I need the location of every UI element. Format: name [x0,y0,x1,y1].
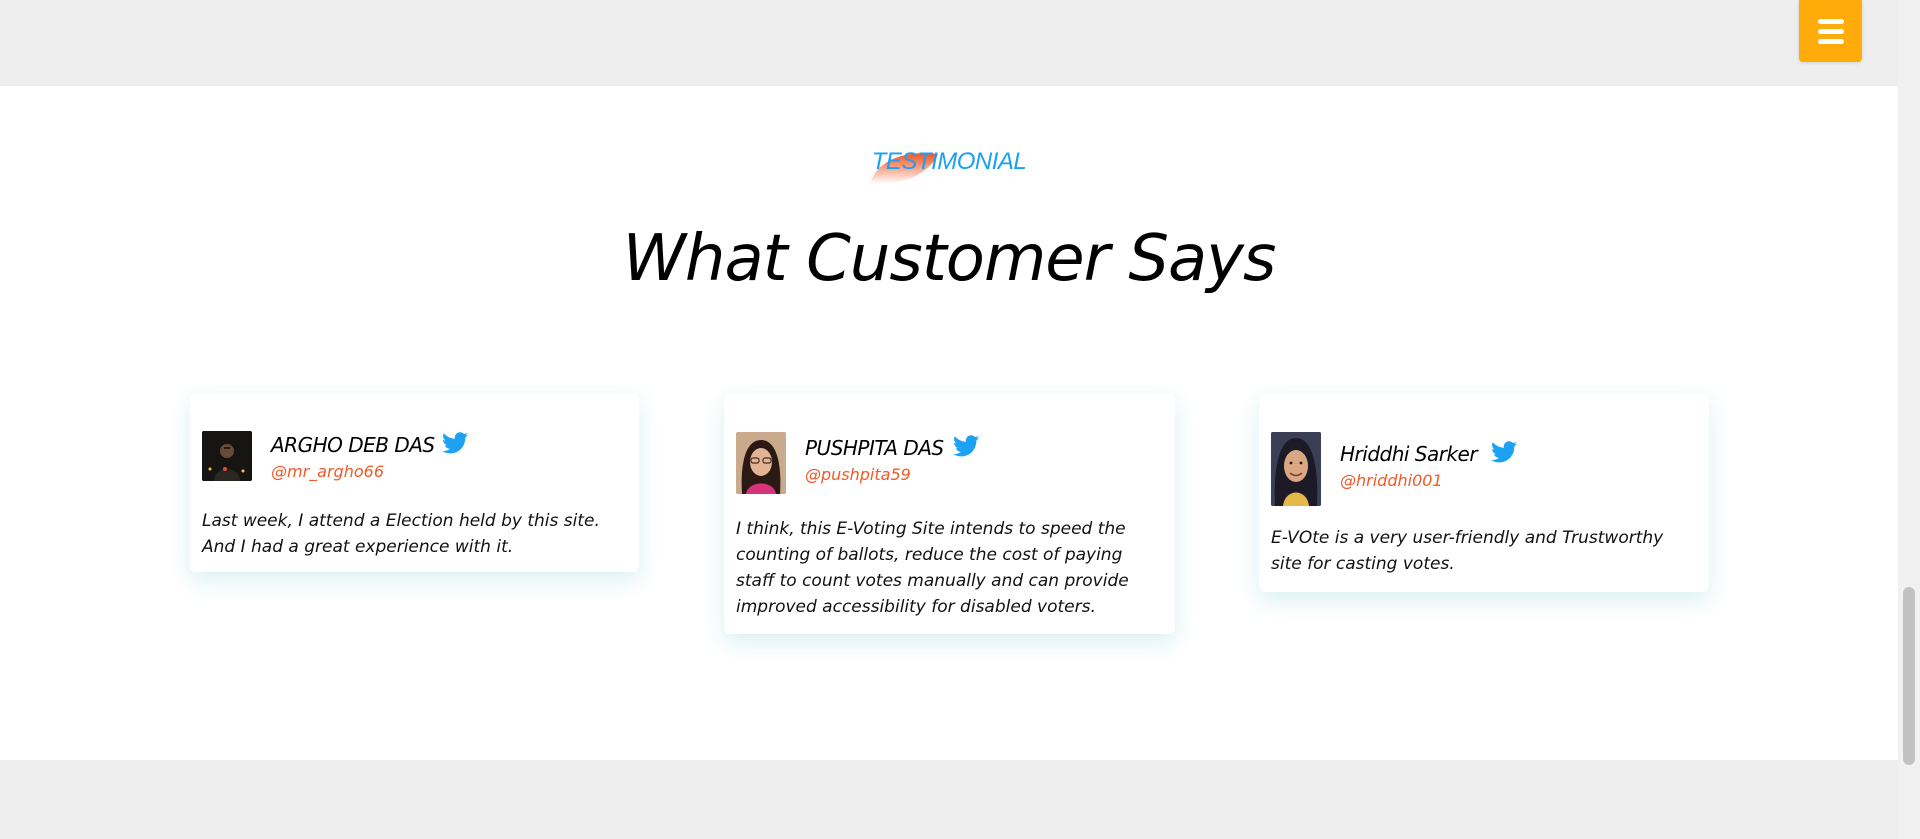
scrollbar-thumb[interactable] [1903,587,1915,765]
hamburger-menu-icon-bar [1817,28,1844,34]
testimonial-quote: Last week, I attend a Election held by t… [202,511,600,557]
hamburger-menu-icon-bar [1817,38,1844,44]
testimonial-section: TESTIMONIAL What Customer Says ARGHO DEB… [0,86,1898,760]
testimonial-card: ARGHO DEB DAS @mr_argho66 Last week, I a… [190,394,639,572]
reviewer-name: PUSHPITA DAS [805,436,944,460]
testimonial-quote: I think, this E-Voting Site intends to s… [736,519,1129,617]
hamburger-menu-icon [1817,18,1844,24]
avatar [736,432,786,494]
avatar [1271,432,1321,506]
testimonial-card: Hriddhi Sarker @hriddhi001 E-VOte is a v… [1259,394,1709,592]
section-title: What Customer Says [622,222,1277,296]
section-eyebrow: TESTIMONIAL [871,148,1027,175]
reviewer-handle[interactable]: @hriddhi001 [1340,471,1443,490]
bottom-band [0,760,1898,839]
twitter-icon[interactable] [1491,441,1517,463]
eyebrow-wrap: TESTIMONIAL [0,148,1898,176]
testimonial-quote: E-VOte is a very user-friendly and Trust… [1271,528,1664,574]
reviewer-name: ARGHO DEB DAS [271,433,435,457]
twitter-icon[interactable] [953,435,979,457]
avatar [202,431,252,481]
top-band [0,0,1898,86]
reviewer-handle[interactable]: @pushpita59 [805,465,911,484]
twitter-icon[interactable] [442,432,468,454]
testimonial-card: PUSHPITA DAS @pushpita59 I think, this E… [724,394,1175,634]
reviewer-handle[interactable]: @mr_argho66 [271,462,384,481]
menu-button[interactable] [1799,0,1862,62]
reviewer-name: Hriddhi Sarker [1340,442,1478,466]
